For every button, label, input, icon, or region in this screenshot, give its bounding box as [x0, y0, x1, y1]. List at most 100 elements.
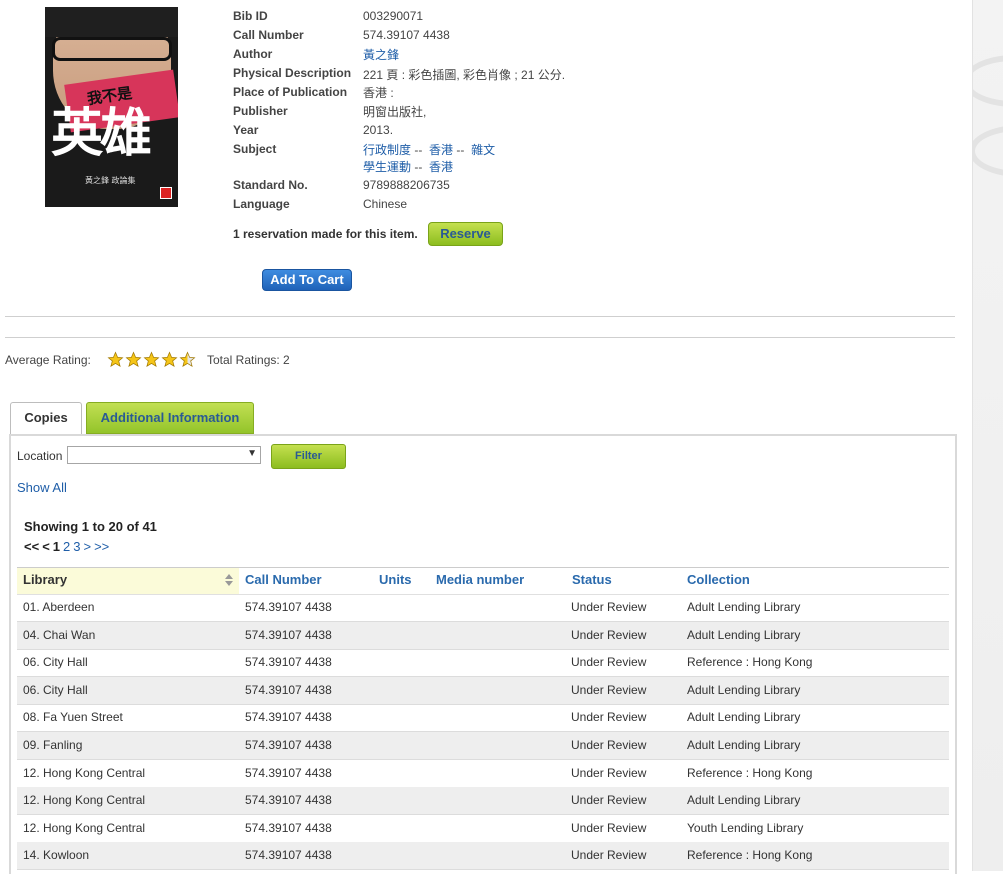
bib-id-value: 003290071	[363, 9, 424, 23]
filter-button[interactable]: Filter	[271, 444, 346, 469]
cell-call-number: 574.39107 4438	[245, 627, 332, 642]
reserve-button[interactable]: Reserve	[428, 222, 503, 246]
cell-status: Under Review	[571, 627, 647, 642]
cell-call-number: 574.39107 4438	[245, 765, 332, 780]
cell-library: 06. City Hall	[23, 682, 88, 697]
book-cover-image[interactable]: 我不是 英雄 黃之鋒 政論集	[45, 7, 178, 207]
first-page-link[interactable]: <<	[24, 539, 39, 554]
table-row: 09. Fanling 574.39107 4438 Under Review Adu…	[17, 732, 949, 760]
header-status[interactable]: Status	[572, 568, 612, 594]
cell-library: 12. Hong Kong Central	[23, 820, 146, 835]
last-page-link[interactable]: >>	[94, 539, 109, 554]
cell-library: 14. Kowloon	[23, 848, 90, 863]
table-row: 04. Chai Wan 574.39107 4438 Under Review Ad…	[17, 621, 949, 650]
cell-call-number: 574.39107 4438	[245, 600, 332, 614]
subject-label: Subject	[233, 142, 277, 156]
chevron-down-icon: ▼	[247, 448, 257, 459]
average-rating-label: Average Rating:	[5, 353, 91, 367]
show-all-link[interactable]: Show All	[17, 480, 67, 495]
subject-separator: --	[414, 143, 423, 157]
main-content: 我不是 英雄 黃之鋒 政論集 Bib ID 003290071 Call Num…	[0, 0, 973, 874]
location-select[interactable]: ▼	[67, 446, 261, 464]
subject-link-hong-kong[interactable]: 香港	[429, 143, 453, 157]
cell-call-number: 574.39107 4438	[245, 848, 332, 863]
cover-title-large: 英雄	[51, 104, 152, 164]
standard-no-value: 9789888206735	[363, 178, 450, 192]
add-to-cart-button[interactable]: Add To Cart	[262, 269, 352, 291]
reservation-count: 1 reservation made for this item.	[233, 227, 418, 241]
author-label: Author	[233, 47, 273, 61]
cell-collection: Adult Lending Library	[687, 738, 801, 752]
bib-id-label: Bib ID	[233, 9, 268, 23]
language-label: Language	[233, 197, 290, 211]
cell-status: Under Review	[571, 738, 647, 752]
table-row: 08. Fa Yuen Street 574.39107 4438 Under Re…	[17, 704, 949, 733]
star-icon[interactable]	[125, 351, 142, 368]
current-page: 1	[52, 539, 61, 554]
tab-additional-information[interactable]: Additional Information	[86, 402, 254, 434]
cell-library: 01. Aberdeen	[23, 600, 95, 614]
cover-subtitle: 黃之鋒 政論集	[85, 176, 136, 185]
header-library[interactable]: Library	[17, 568, 239, 594]
subject-link-student-movement[interactable]: 學生運動	[363, 160, 411, 174]
header-media-number[interactable]: Media number	[436, 568, 524, 594]
tab-copies[interactable]: Copies	[10, 402, 82, 434]
prev-page-link[interactable]: <	[42, 539, 50, 554]
header-units[interactable]: Units	[379, 568, 412, 594]
table-row: 06. City Hall 574.39107 4438 Under Review R…	[17, 649, 949, 678]
subject-separator: --	[414, 160, 423, 174]
table-row: 12. Hong Kong Central 574.39107 4438 Under…	[17, 815, 949, 843]
cell-library: 08. Fa Yuen Street	[23, 710, 123, 725]
sort-icon[interactable]	[225, 574, 233, 586]
table-row: 01. Aberdeen 574.39107 4438 Under Review Ad…	[17, 594, 949, 622]
table-header: Library Call Number Units Media number S…	[17, 567, 949, 595]
cell-collection: Reference : Hong Kong	[687, 655, 813, 670]
cell-collection: Adult Lending Library	[687, 627, 801, 642]
header-collection[interactable]: Collection	[687, 568, 750, 594]
place-of-publication-value: 香港 :	[363, 86, 394, 100]
cell-collection: Reference : Hong Kong	[687, 848, 813, 863]
year-label: Year	[233, 123, 259, 137]
cell-call-number: 574.39107 4438	[245, 820, 332, 835]
cell-status: Under Review	[571, 848, 647, 863]
physical-description-label: Physical Description	[233, 66, 352, 80]
cell-status: Under Review	[571, 682, 647, 697]
cell-status: Under Review	[571, 655, 647, 670]
subject-link-essays[interactable]: 雜文	[471, 143, 495, 157]
divider	[5, 337, 955, 338]
cell-status: Under Review	[571, 765, 647, 780]
call-number-value: 574.39107 4438	[363, 28, 450, 42]
star-icon[interactable]	[161, 351, 178, 368]
subject-link-hong-kong-2[interactable]: 香港	[429, 160, 453, 174]
physical-description-value: 221 頁 : 彩色插圖, 彩色肖像 ; 21 公分.	[363, 68, 566, 82]
cell-collection: Adult Lending Library	[687, 793, 801, 808]
cell-library: 12. Hong Kong Central	[23, 793, 146, 808]
star-icon[interactable]	[143, 351, 160, 368]
cell-call-number: 574.39107 4438	[245, 738, 332, 752]
total-ratings: Total Ratings: 2	[207, 353, 290, 367]
author-link[interactable]: 黃之鋒	[363, 48, 399, 62]
page-link-3[interactable]: 3	[73, 539, 80, 554]
page-link-2[interactable]: 2	[63, 539, 70, 554]
cell-collection: Reference : Hong Kong	[687, 765, 813, 780]
star-icon[interactable]	[107, 351, 124, 368]
cell-library: 04. Chai Wan	[23, 627, 96, 642]
location-label: Location	[17, 449, 63, 463]
header-call-number[interactable]: Call Number	[245, 568, 322, 594]
subject-line-2: 學生運動 -- 香港	[363, 158, 453, 175]
cell-call-number: 574.39107 4438	[245, 655, 332, 670]
publisher-logo-icon	[160, 187, 172, 199]
subject-separator: --	[456, 143, 465, 157]
language-value: Chinese	[363, 197, 408, 211]
cell-call-number: 574.39107 4438	[245, 710, 332, 725]
table-row: 14. Kowloon 574.39107 4438 Under Review Ref…	[17, 842, 949, 871]
cell-library: 12. Hong Kong Central	[23, 765, 146, 780]
cell-collection: Adult Lending Library	[687, 710, 801, 725]
subject-line-1: 行政制度 -- 香港 -- 雜文	[363, 141, 495, 158]
table-row: 12. Hong Kong Central 574.39107 4438 Under…	[17, 787, 949, 816]
cell-library: 06. City Hall	[23, 655, 88, 670]
subject-link-admin-system[interactable]: 行政制度	[363, 143, 411, 157]
next-page-link[interactable]: >	[83, 539, 91, 554]
rating-stars[interactable]	[107, 351, 196, 368]
half-star-icon[interactable]	[179, 351, 196, 368]
